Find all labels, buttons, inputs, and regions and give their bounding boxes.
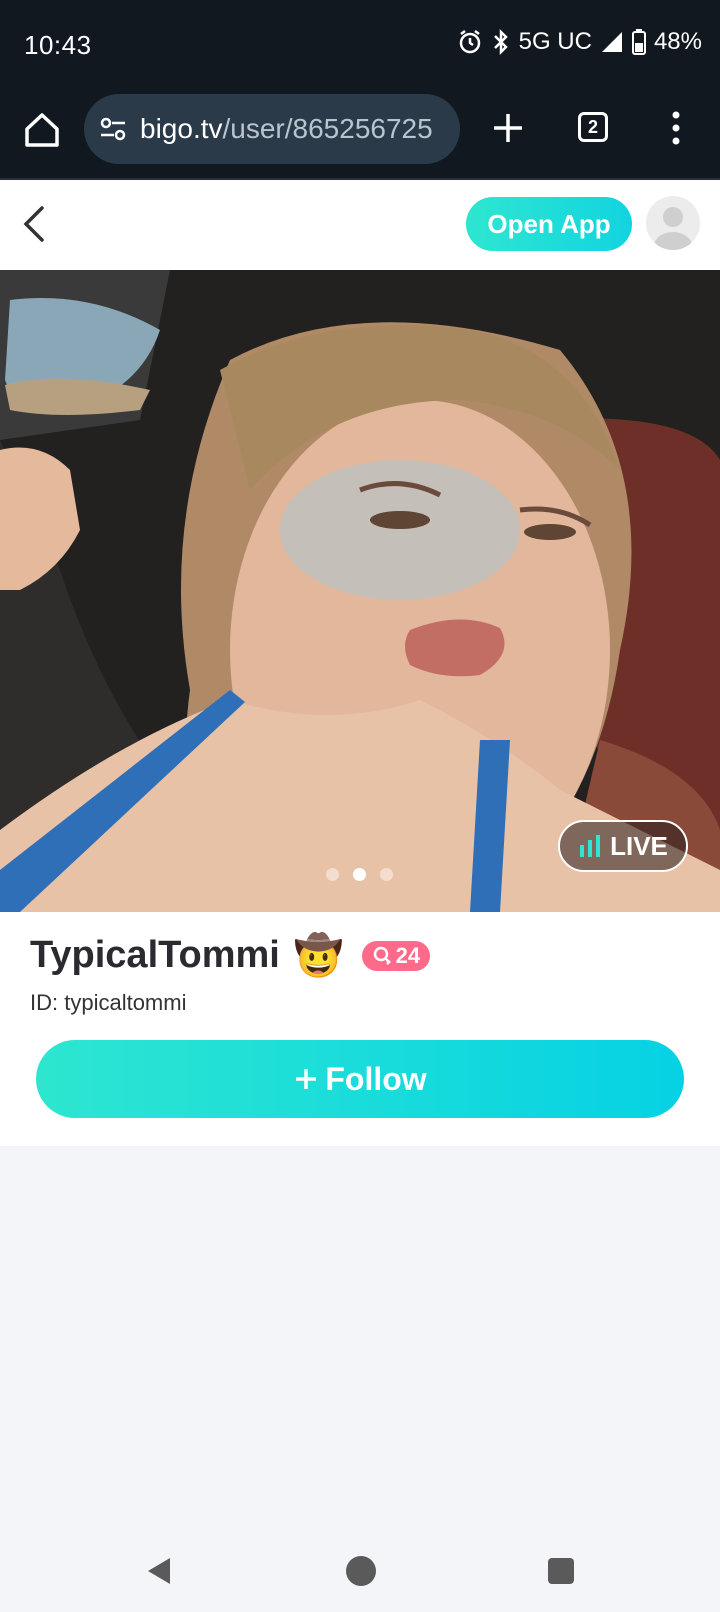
status-bar: 10:43 5G UC 48% (0, 0, 720, 92)
level-badge: 24 (361, 940, 431, 971)
more-options-icon[interactable] (666, 108, 686, 148)
browser-toolbar: bigo.tv/user/865256725 2 (0, 92, 720, 180)
live-label: LIVE (610, 830, 668, 861)
default-user-icon (654, 207, 692, 250)
level-number: 24 (395, 942, 421, 968)
alarm-icon (459, 30, 480, 54)
signal-icon (601, 32, 622, 52)
follow-button[interactable]: Follow (36, 1040, 684, 1118)
back-arrow-icon[interactable] (16, 202, 50, 246)
address-bar[interactable]: bigo.tv/user/865256725 (84, 94, 460, 164)
user-id: ID: typicaltommi (30, 990, 187, 1015)
bluetooth-icon (493, 29, 508, 55)
status-time: 10:43 (24, 30, 92, 60)
new-tab-icon[interactable] (490, 110, 526, 146)
open-app-button[interactable]: Open App (466, 197, 632, 251)
network-label: 5G UC (518, 28, 592, 55)
live-bars-icon (580, 835, 601, 857)
cowboy-emoji: 🤠 (293, 933, 344, 979)
tab-switcher-button[interactable]: 2 (578, 112, 608, 142)
carousel-indicator (326, 868, 393, 881)
battery-icon (631, 29, 646, 55)
home-icon[interactable] (22, 110, 62, 150)
follow-label: Follow (325, 1060, 427, 1097)
username: TypicalTommi (30, 934, 280, 976)
url-host: bigo.tv (140, 113, 223, 144)
gender-female-icon (373, 946, 391, 965)
battery-percent: 48% (653, 28, 702, 55)
profile-photo[interactable] (0, 270, 720, 912)
live-badge[interactable]: LIVE (558, 820, 688, 872)
url-path: /user/865256725 (222, 113, 433, 144)
status-icons: 5G UC 48% (457, 28, 702, 56)
app-header: Open App (0, 180, 720, 270)
url-text: bigo.tv/user/865256725 (140, 113, 433, 145)
system-nav-bar (0, 1540, 720, 1612)
nav-back-icon[interactable] (144, 1556, 174, 1586)
site-settings-icon[interactable] (98, 114, 128, 144)
carousel-dot-active[interactable] (353, 868, 366, 881)
profile-info: TypicalTommi 🤠 24 ID: typicaltommi Follo… (0, 912, 720, 1146)
nav-recents-icon[interactable] (548, 1558, 574, 1584)
carousel-dot[interactable] (380, 868, 393, 881)
avatar[interactable] (646, 196, 700, 250)
plus-icon (296, 1069, 317, 1089)
photo-illustration (0, 270, 720, 912)
nav-home-icon[interactable] (346, 1556, 376, 1586)
name-row: TypicalTommi 🤠 24 (30, 932, 431, 979)
carousel-dot[interactable] (326, 868, 339, 881)
